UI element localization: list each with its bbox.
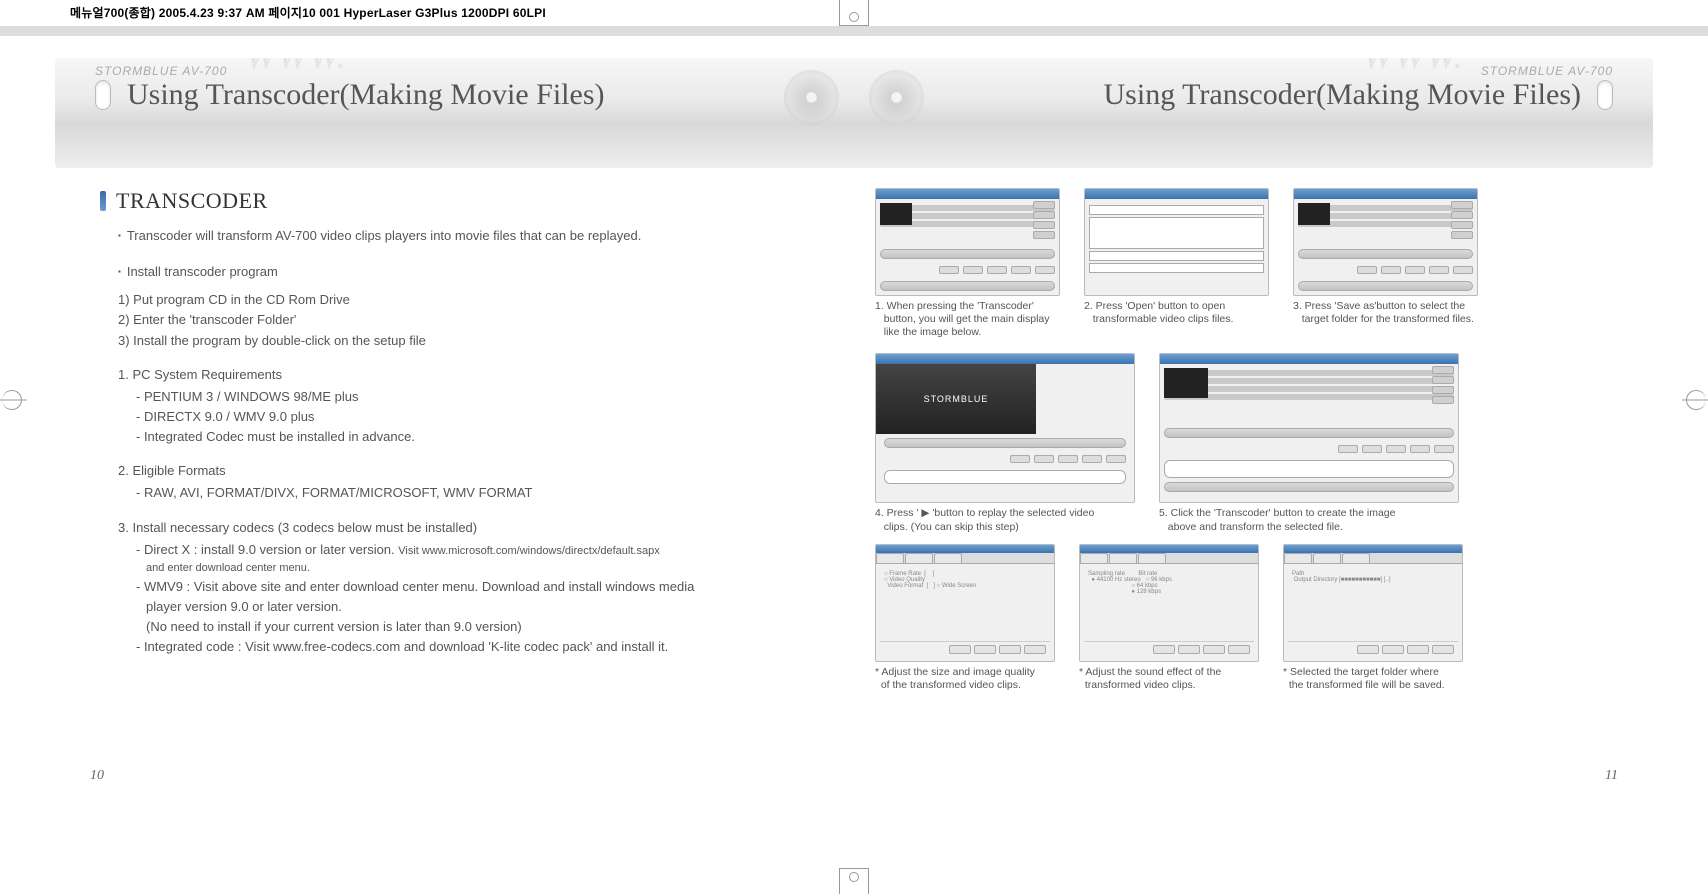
section-heading: TRANSCODER xyxy=(100,188,815,214)
codec-int: - Integrated code : Visit www.free-codec… xyxy=(136,637,815,657)
screenshot-setting-video: ○ Frame Rate [ ] ○ Video Quality Video F… xyxy=(875,544,1055,662)
crop-mark-left xyxy=(2,390,22,410)
hero-deco xyxy=(724,68,984,158)
screenshot-setting-path: Path Output Directory [■■■■■■■■■■■] [..] xyxy=(1283,544,1463,662)
step3-b: target folder for the transformed files. xyxy=(1302,313,1474,325)
codec-wmv-a: - WMV9 : Visit above site and enter down… xyxy=(136,577,815,597)
screenshot-saveas xyxy=(1293,188,1478,296)
sysreq-item: - PENTIUM 3 / WINDOWS 98/ME plus xyxy=(136,387,815,407)
install-step: 1) Put program CD in the CD Rom Drive xyxy=(118,290,815,310)
cap2-b: transformed video clips. xyxy=(1085,679,1196,691)
screenshot-setting-audio: Sampling rate Bit rate ● 44100 Hz stereo… xyxy=(1079,544,1259,662)
page-number-right: 11 xyxy=(1605,768,1618,784)
sysreq-item: - DIRECTX 9.0 / WMV 9.0 plus xyxy=(136,407,815,427)
step5-a: 5. Click the 'Transcoder' button to crea… xyxy=(1159,507,1396,519)
screenshot-transcoder-main xyxy=(875,188,1060,296)
cap1-a: * Adjust the size and image quality xyxy=(875,666,1035,678)
codecs-head: 3. Install necessary codecs (3 codecs be… xyxy=(118,518,815,538)
video-preview: STORMBLUE xyxy=(876,364,1036,434)
install-step: 2) Enter the 'transcoder Folder' xyxy=(118,310,815,330)
device-left: STORMBLUE AV-700 xyxy=(95,64,227,78)
formats-head: 2. Eligible Formats xyxy=(118,461,815,481)
left-column: TRANSCODER Transcoder will transform AV-… xyxy=(55,188,815,702)
page-number-left: 10 xyxy=(90,768,104,784)
crop-mark-top xyxy=(839,0,869,26)
device-right: STORMBLUE AV-700 xyxy=(1481,64,1613,78)
codec-wmv-c: (No need to install if your current vers… xyxy=(136,617,815,637)
right-column: 1. When pressing the 'Transcoder' button… xyxy=(875,188,1653,702)
cap1-b: of the transformed video clips. xyxy=(881,679,1021,691)
hero-title-left: Using Transcoder(Making Movie Files) xyxy=(95,78,604,112)
step3-a: 3. Press 'Save as'button to select the xyxy=(1293,300,1465,312)
step1-c: like the image below. xyxy=(884,326,981,338)
www-deco-right: WWW. xyxy=(1362,58,1463,78)
pill-icon xyxy=(95,80,111,110)
install-step: 3) Install the program by double-click o… xyxy=(118,331,815,351)
hero-banner: WWW. WWW. STORMBLUE AV-700 STORMBLUE AV-… xyxy=(55,58,1653,168)
step2-a: 2. Press 'Open' button to open xyxy=(1084,300,1225,312)
intro-line: Transcoder will transform AV-700 video c… xyxy=(118,226,815,246)
gray-bar xyxy=(0,26,1708,36)
crop-mark-right xyxy=(1686,390,1706,410)
www-deco-left: WWW. xyxy=(245,58,346,78)
section-title: TRANSCODER xyxy=(116,188,268,214)
step2-b: transformable video clips files. xyxy=(1093,313,1234,325)
screenshot-transcoder-run xyxy=(1159,353,1459,503)
screenshot-play: STORMBLUE xyxy=(875,353,1135,503)
codec-dx-url: Visit www.microsoft.com/windows/directx/… xyxy=(398,545,659,557)
step5-b: above and transform the selected file. xyxy=(1168,521,1343,533)
heading-bar-icon xyxy=(100,191,106,211)
hero-title-left-text: Using Transcoder(Making Movie Files) xyxy=(127,78,604,112)
step4-b: clips. (You can skip this step) xyxy=(884,521,1019,533)
codec-wmv-b: player version 9.0 or later version. xyxy=(136,597,815,617)
sysreq-head: 1. PC System Requirements xyxy=(118,365,815,385)
codec-dx: - Direct X : install 9.0 version or late… xyxy=(136,540,815,560)
hero-title-right-text: Using Transcoder(Making Movie Files) xyxy=(1104,78,1581,112)
codec-dx-note: and enter download center menu. xyxy=(136,560,815,577)
install-head: Install transcoder program xyxy=(118,262,815,282)
cap3-b: the transformed file will be saved. xyxy=(1289,679,1445,691)
pill-icon xyxy=(1597,80,1613,110)
step1-b: button, you will get the main display xyxy=(884,313,1050,325)
step1-a: 1. When pressing the 'Transcoder' xyxy=(875,300,1034,312)
formats-item: - RAW, AVI, FORMAT/DIVX, FORMAT/MICROSOF… xyxy=(136,483,815,503)
crop-mark-bottom xyxy=(839,868,869,894)
cap3-a: * Selected the target folder where xyxy=(1283,666,1439,678)
cap2-a: * Adjust the sound effect of the xyxy=(1079,666,1221,678)
hero-title-right: Using Transcoder(Making Movie Files) xyxy=(1104,78,1613,112)
screenshot-open-dialog xyxy=(1084,188,1269,296)
video-brand: STORMBLUE xyxy=(924,394,989,404)
sysreq-item: - Integrated Codec must be installed in … xyxy=(136,427,815,447)
step4-a: 4. Press ' ▶ 'button to replay the selec… xyxy=(875,507,1094,519)
codec-dx-a: - Direct X : install 9.0 version or late… xyxy=(136,542,398,557)
